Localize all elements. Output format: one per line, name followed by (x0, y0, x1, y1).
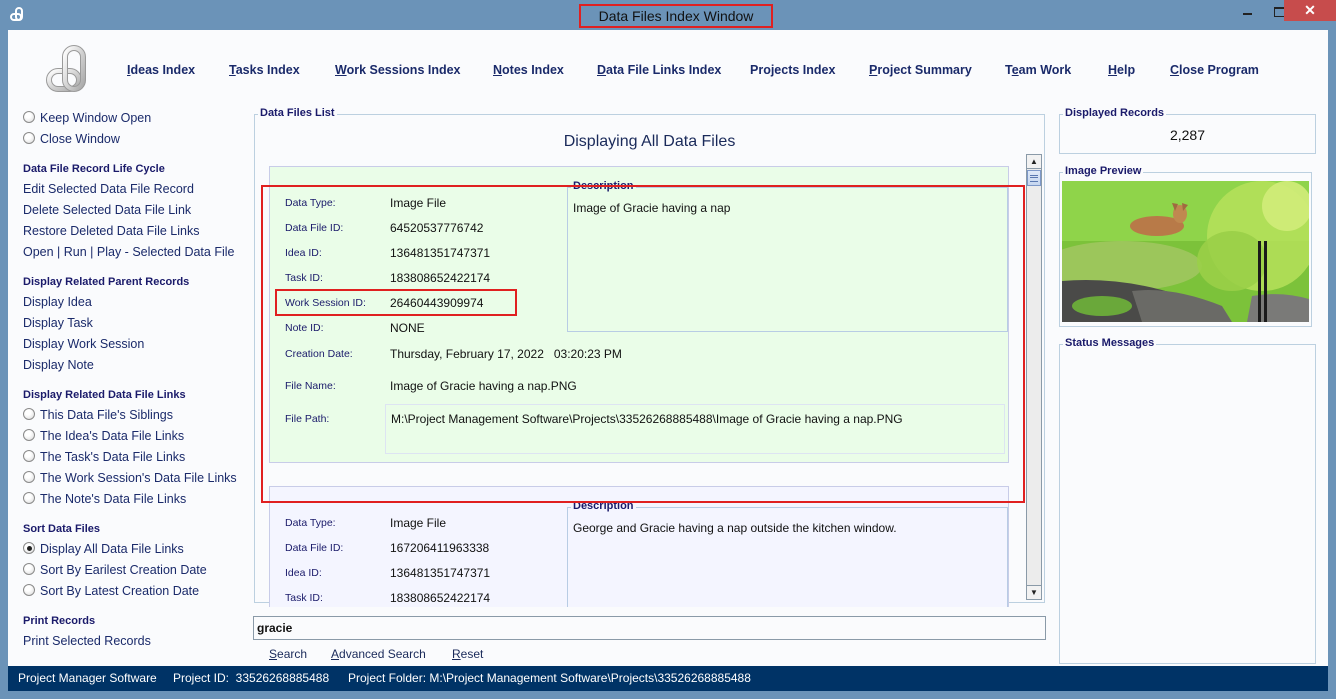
data-files-list-group: Data Files List Displaying All Data File… (254, 107, 1045, 607)
section-heading-related-links: Display Related Data File Links (23, 389, 186, 401)
label-idea-id: Idea ID: (285, 567, 322, 579)
nav-work-sessions-index[interactable]: Work Sessions Index (335, 63, 461, 77)
radio-button-icon[interactable] (23, 492, 35, 504)
radio-close-window[interactable]: Close Window (23, 132, 120, 146)
displayed-records-group: Displayed Records 2,287 (1059, 107, 1316, 154)
selected-record-highlight (261, 185, 1025, 503)
section-heading-print: Print Records (23, 615, 96, 627)
radio-keep-window-open[interactable]: Keep Window Open (23, 111, 151, 125)
close-icon: ✕ (1304, 2, 1316, 18)
link-open-run-play-file[interactable]: Open | Run | Play - Selected Data File (23, 245, 234, 259)
data-files-list-label: Data Files List (258, 107, 337, 119)
image-preview-deer (1062, 181, 1309, 322)
client-area: Ideas Index Tasks Index Work Sessions In… (8, 30, 1328, 691)
radio-work-session-links[interactable]: The Work Session's Data File Links (23, 471, 237, 485)
nav-notes-index[interactable]: Notes Index (493, 63, 564, 77)
reset-button[interactable]: Reset (452, 647, 483, 661)
link-display-idea[interactable]: Display Idea (23, 295, 92, 309)
status-messages-group: Status Messages (1059, 337, 1316, 664)
minimize-button[interactable] (1234, 0, 1264, 21)
value-data-type: Image File (390, 516, 447, 530)
link-restore-deleted-links[interactable]: Restore Deleted Data File Links (23, 224, 199, 238)
label-data-type: Data Type: (285, 517, 336, 529)
section-heading-life-cycle: Data File Record Life Cycle (23, 163, 165, 175)
status-project-folder: Project Folder: M:\Project Management So… (348, 671, 751, 685)
status-app-name: Project Manager Software (18, 671, 157, 685)
radio-button-icon[interactable] (23, 111, 35, 123)
radio-sort-latest[interactable]: Sort By Latest Creation Date (23, 584, 199, 598)
radio-task-links[interactable]: The Task's Data File Links (23, 450, 185, 464)
title-bar[interactable]: Data Files Index Window ✕ (0, 0, 1336, 30)
radio-button-icon[interactable] (23, 132, 35, 144)
nav-tasks-index[interactable]: Tasks Index (229, 63, 300, 77)
radio-idea-links[interactable]: The Idea's Data File Links (23, 429, 184, 443)
link-print-selected[interactable]: Print Selected Records (23, 634, 151, 648)
description-text: George and Gracie having a nap outside t… (573, 521, 897, 535)
window-title: Data Files Index Window (579, 4, 773, 28)
status-messages-label: Status Messages (1063, 337, 1157, 349)
close-button[interactable]: ✕ (1284, 0, 1336, 21)
label-data-file-id: Data File ID: (285, 542, 344, 554)
displayed-records-count: 2,287 (1169, 127, 1206, 143)
radio-button-icon[interactable] (23, 584, 35, 596)
nav-projects-index[interactable]: Projects Index (750, 63, 835, 77)
section-heading-parent-records: Display Related Parent Records (23, 276, 190, 288)
list-title: Displaying All Data Files (563, 133, 736, 150)
scroll-up-arrow-icon[interactable]: ▲ (1027, 155, 1041, 169)
data-file-record[interactable]: Data Type: Image File Data File ID: 1672… (269, 486, 1009, 607)
search-input[interactable] (253, 616, 1046, 640)
scroll-thumb[interactable] (1027, 170, 1041, 186)
radio-button-icon[interactable] (23, 429, 35, 441)
nav-team-work[interactable]: Team Work (1005, 63, 1071, 77)
image-preview-label: Image Preview (1063, 165, 1144, 177)
app-chain-link-icon (10, 7, 26, 21)
nav-help[interactable]: Help (1108, 63, 1135, 77)
radio-note-links[interactable]: The Note's Data File Links (23, 492, 186, 506)
link-display-work-session[interactable]: Display Work Session (23, 337, 144, 351)
section-heading-sort: Sort Data Files (23, 523, 101, 535)
description-box: Description George and Gracie having a n… (567, 500, 1008, 607)
nav-project-summary[interactable]: Project Summary (869, 63, 972, 77)
value-task-id: 183808652422174 (390, 591, 491, 605)
search-button[interactable]: Search (269, 647, 307, 661)
radio-button-icon[interactable] (23, 450, 35, 462)
status-bar: Project Manager Software Project ID: 335… (8, 666, 1328, 691)
app-logo-chain-icon (46, 45, 92, 93)
value-idea-id: 136481351747371 (390, 566, 491, 580)
records-scrollbar[interactable]: ▲ ▼ (1026, 154, 1042, 600)
value-data-file-id: 167206411963338 (390, 541, 490, 555)
nav-ideas-index[interactable]: Ideas Index (127, 63, 195, 77)
radio-button-icon[interactable] (23, 471, 35, 483)
advanced-search-button[interactable]: Advanced Search (331, 647, 426, 661)
link-edit-selected-record[interactable]: Edit Selected Data File Record (23, 182, 194, 196)
radio-sort-earliest[interactable]: Sort By Earilest Creation Date (23, 563, 207, 577)
link-display-note[interactable]: Display Note (23, 358, 94, 372)
data-files-index-window: Data Files Index Window ✕ Ideas Index Ta… (0, 0, 1336, 699)
image-preview-group: Image Preview (1059, 165, 1312, 327)
label-task-id: Task ID: (285, 592, 323, 604)
scroll-down-arrow-icon[interactable]: ▼ (1027, 585, 1041, 599)
link-delete-selected-link[interactable]: Delete Selected Data File Link (23, 203, 191, 217)
radio-button-checked-icon[interactable] (23, 542, 35, 554)
radio-display-all[interactable]: Display All Data File Links (23, 542, 184, 556)
link-display-task[interactable]: Display Task (23, 316, 93, 330)
nav-data-file-links-index[interactable]: Data File Links Index (597, 63, 721, 77)
radio-button-icon[interactable] (23, 563, 35, 575)
radio-button-icon[interactable] (23, 408, 35, 420)
nav-close-program[interactable]: Close Program (1170, 63, 1259, 77)
displayed-records-label: Displayed Records (1063, 107, 1167, 119)
radio-siblings[interactable]: This Data File's Siblings (23, 408, 173, 422)
status-project-id: Project ID: 33526268885488 (173, 671, 330, 685)
